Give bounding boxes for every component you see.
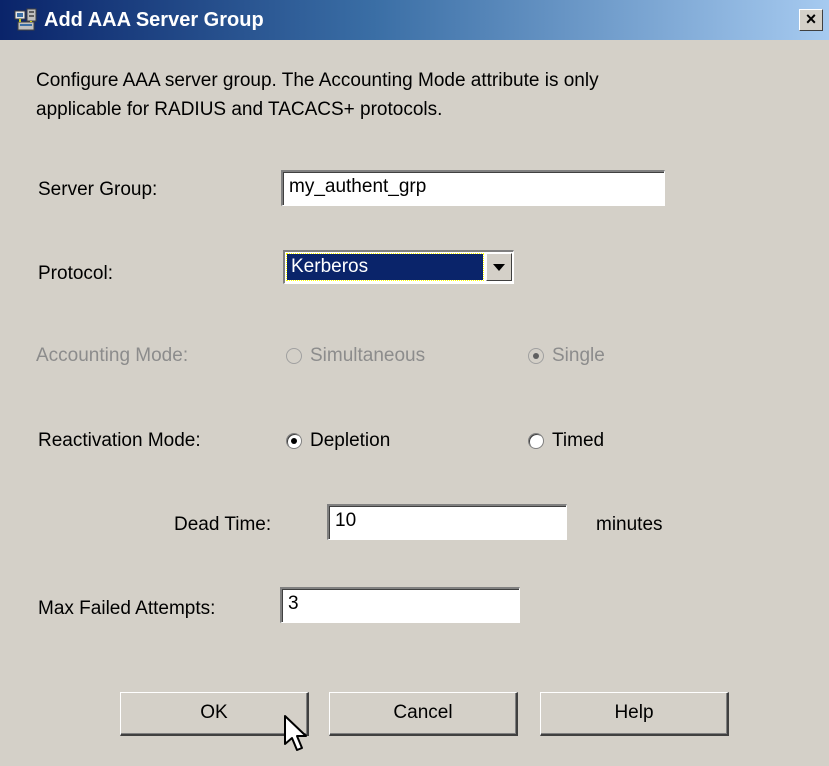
max-failed-attempts-input[interactable]: 3 [280,587,520,623]
close-button[interactable]: × [799,9,823,31]
max-failed-attempts-label: Max Failed Attempts: [38,598,216,619]
protocol-label: Protocol: [38,263,113,284]
description-text: Configure AAA server group. The Accounti… [36,66,796,124]
protocol-selected-value: Kerberos [286,253,484,281]
reactivation-depletion-label: Depletion [310,430,391,451]
accounting-simultaneous-label: Simultaneous [310,345,426,366]
help-button[interactable]: Help [540,692,729,736]
dead-time-input[interactable]: 10 [327,504,567,540]
reactivation-mode-label: Reactivation Mode: [38,430,201,451]
reactivation-timed-label: Timed [552,430,605,451]
ok-button[interactable]: OK [120,692,309,736]
protocol-select[interactable]: Kerberos [283,250,514,284]
mouse-pointer-icon [284,715,307,751]
accounting-simultaneous-radio[interactable] [286,348,302,364]
accounting-single-radio[interactable] [528,348,544,364]
server-group-label: Server Group: [38,179,158,200]
title-bar[interactable]: Add AAA Server Group × [0,0,829,40]
reactivation-depletion-radio[interactable] [286,433,302,449]
description-line-2: applicable for RADIUS and TACACS+ protoc… [36,99,443,120]
dead-time-unit: minutes [596,514,663,535]
dead-time-label: Dead Time: [174,514,272,535]
server-group-input[interactable]: my_authent_grp [281,170,665,206]
network-servers-icon [14,8,37,31]
reactivation-timed-radio[interactable] [528,433,544,449]
chevron-down-icon[interactable] [486,253,512,281]
close-icon: × [805,9,817,29]
window-title: Add AAA Server Group [44,9,264,31]
cancel-button[interactable]: Cancel [329,692,518,736]
accounting-single-label: Single [552,345,605,366]
accounting-mode-label: Accounting Mode: [36,345,189,366]
add-aaa-server-group-dialog: Add AAA Server Group × Configure AAA ser… [0,0,829,766]
description-line-1: Configure AAA server group. The Accounti… [36,70,599,91]
